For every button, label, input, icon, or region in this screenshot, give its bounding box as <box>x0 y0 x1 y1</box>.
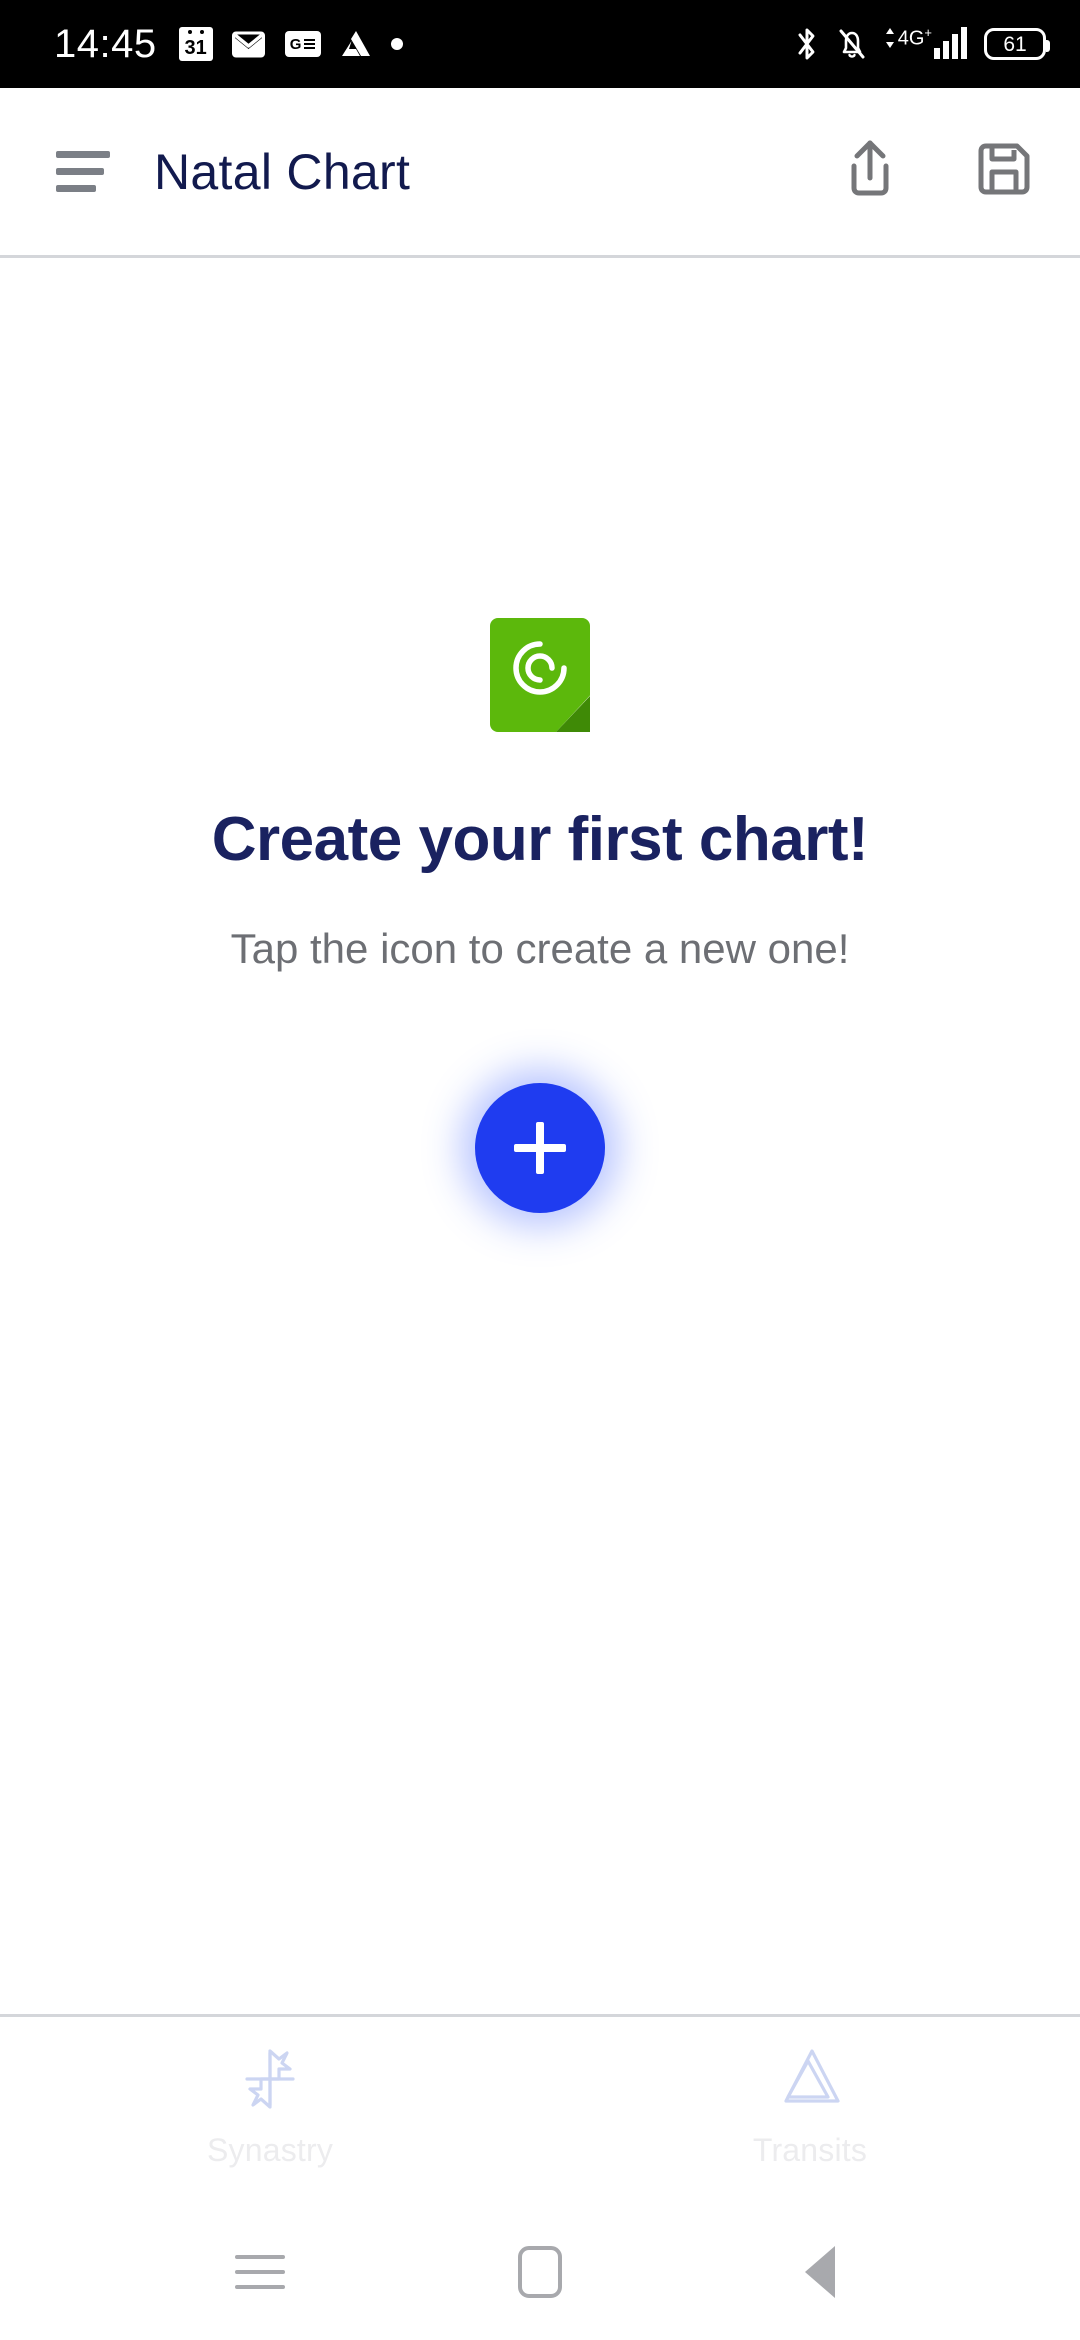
app-bar-actions <box>834 136 1040 208</box>
google-news-icon: G <box>284 31 321 57</box>
bluetooth-icon <box>794 26 820 62</box>
plus-icon <box>514 1122 566 1174</box>
add-chart-fab[interactable] <box>475 1083 605 1213</box>
empty-state-headline: Create your first chart! <box>211 805 869 874</box>
android-navigation-bar <box>0 2204 1080 2340</box>
hamburger-menu-icon[interactable] <box>56 151 110 192</box>
nav-item-transits-label: Transits <box>752 2132 868 2168</box>
home-icon <box>518 2246 562 2298</box>
calendar-icon: 31 <box>178 27 213 61</box>
recents-icon <box>235 2255 285 2289</box>
save-button[interactable] <box>968 136 1040 208</box>
phone-screen: 14:45 31 G 4G+ 61 Natal Chart Create you… <box>0 0 1080 2340</box>
nav-item-synastry-label: Synastry <box>206 2132 334 2168</box>
add-chart-fab-wrapper <box>475 1083 605 1213</box>
green-chart-document-icon <box>490 618 590 732</box>
notifications-muted-icon <box>837 27 867 61</box>
page-title: Natal Chart <box>154 143 411 200</box>
synastry-icon <box>230 2039 310 2124</box>
save-icon <box>973 138 1035 205</box>
home-button[interactable] <box>498 2230 582 2314</box>
back-button[interactable] <box>778 2230 862 2314</box>
status-bar-notification-icons: 31 G <box>178 27 403 61</box>
gmail-icon <box>231 30 266 58</box>
battery-indicator: 61 <box>984 28 1050 60</box>
nav-item-synastry[interactable]: Synastry <box>0 2039 540 2169</box>
transits-icon <box>770 2039 850 2124</box>
recents-button[interactable] <box>218 2230 302 2314</box>
empty-state-subline: Tap the icon to create a new one! <box>230 925 850 972</box>
status-bar-left: 14:45 31 G <box>54 24 403 64</box>
app-bar: Natal Chart <box>0 88 1080 258</box>
google-drive-icon <box>340 29 372 59</box>
share-export-icon <box>840 138 900 205</box>
bottom-navigation: Synastry Transits <box>0 2014 1080 2204</box>
status-bar-clock: 14:45 <box>54 22 157 66</box>
status-bar-right: 4G+ 61 <box>794 26 1050 62</box>
status-bar: 14:45 31 G 4G+ 61 <box>0 0 1080 88</box>
back-icon <box>805 2246 835 2298</box>
nav-item-transits[interactable]: Transits <box>540 2039 1080 2169</box>
notification-dot-icon <box>390 38 403 50</box>
share-export-button[interactable] <box>834 136 906 208</box>
empty-state-body: Create your first chart! Tap the icon to… <box>0 258 1080 2014</box>
mobile-network-icon: 4G+ <box>884 26 967 59</box>
